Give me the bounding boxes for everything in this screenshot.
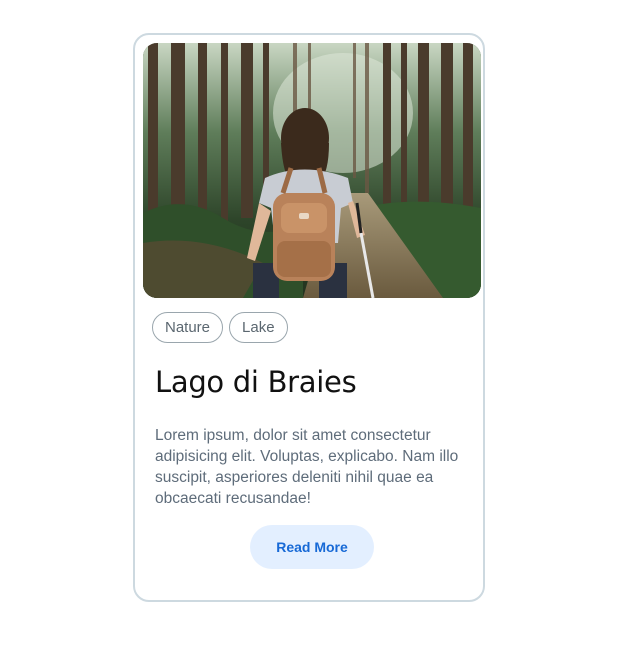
card-title: Lago di Braies — [155, 365, 357, 399]
destination-card: Nature Lake Lago di Braies Lorem ipsum, … — [133, 33, 485, 602]
tag-lake[interactable]: Lake — [229, 312, 288, 343]
card-description: Lorem ipsum, dolor sit amet consectetur … — [155, 427, 459, 507]
tag-list: Nature Lake — [152, 312, 288, 343]
read-more-button[interactable]: Read More — [250, 525, 374, 569]
card-image — [143, 43, 481, 298]
tag-nature[interactable]: Nature — [152, 312, 224, 343]
